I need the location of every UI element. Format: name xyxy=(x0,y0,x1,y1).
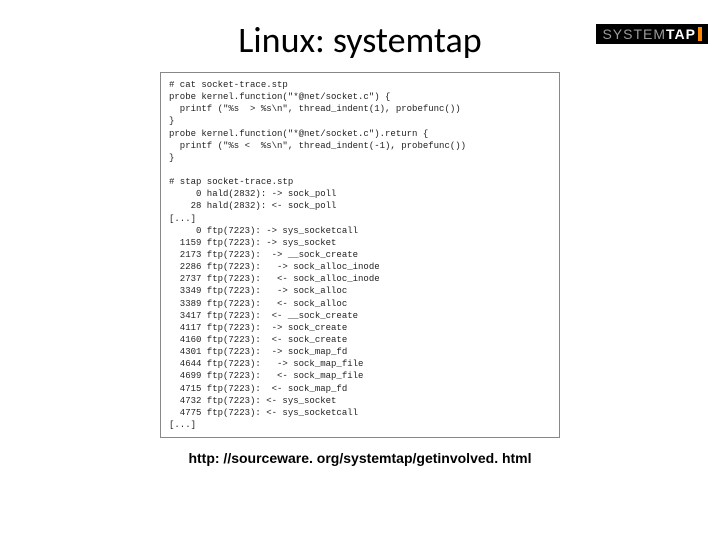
code-sample: # cat socket-trace.stp probe kernel.func… xyxy=(160,72,560,438)
logo-accent xyxy=(698,27,702,41)
source-url: http: //sourceware. org/systemtap/getinv… xyxy=(0,450,720,466)
systemtap-logo: SYSTEMTAP xyxy=(596,24,708,44)
logo-system-text: SYSTEM xyxy=(602,26,666,42)
logo-tap-text: TAP xyxy=(666,26,696,42)
